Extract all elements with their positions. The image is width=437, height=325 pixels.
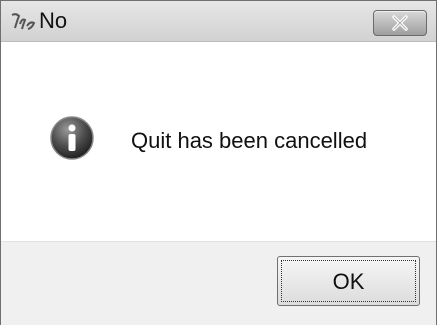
- close-button[interactable]: [373, 10, 427, 36]
- ok-button-label: OK: [332, 269, 365, 294]
- close-icon: [392, 15, 408, 31]
- dialog-message: Quit has been cancelled: [131, 128, 368, 153]
- message-dialog: No Quit has been cancelled OK: [0, 0, 437, 325]
- dialog-footer: OK: [1, 241, 436, 325]
- information-icon: [49, 115, 95, 161]
- title-bar[interactable]: No: [1, 1, 436, 42]
- app-logo-icon: [10, 12, 36, 32]
- ok-button[interactable]: OK: [277, 256, 420, 306]
- window-title: No: [39, 8, 68, 33]
- dialog-content: Quit has been cancelled: [1, 42, 436, 241]
